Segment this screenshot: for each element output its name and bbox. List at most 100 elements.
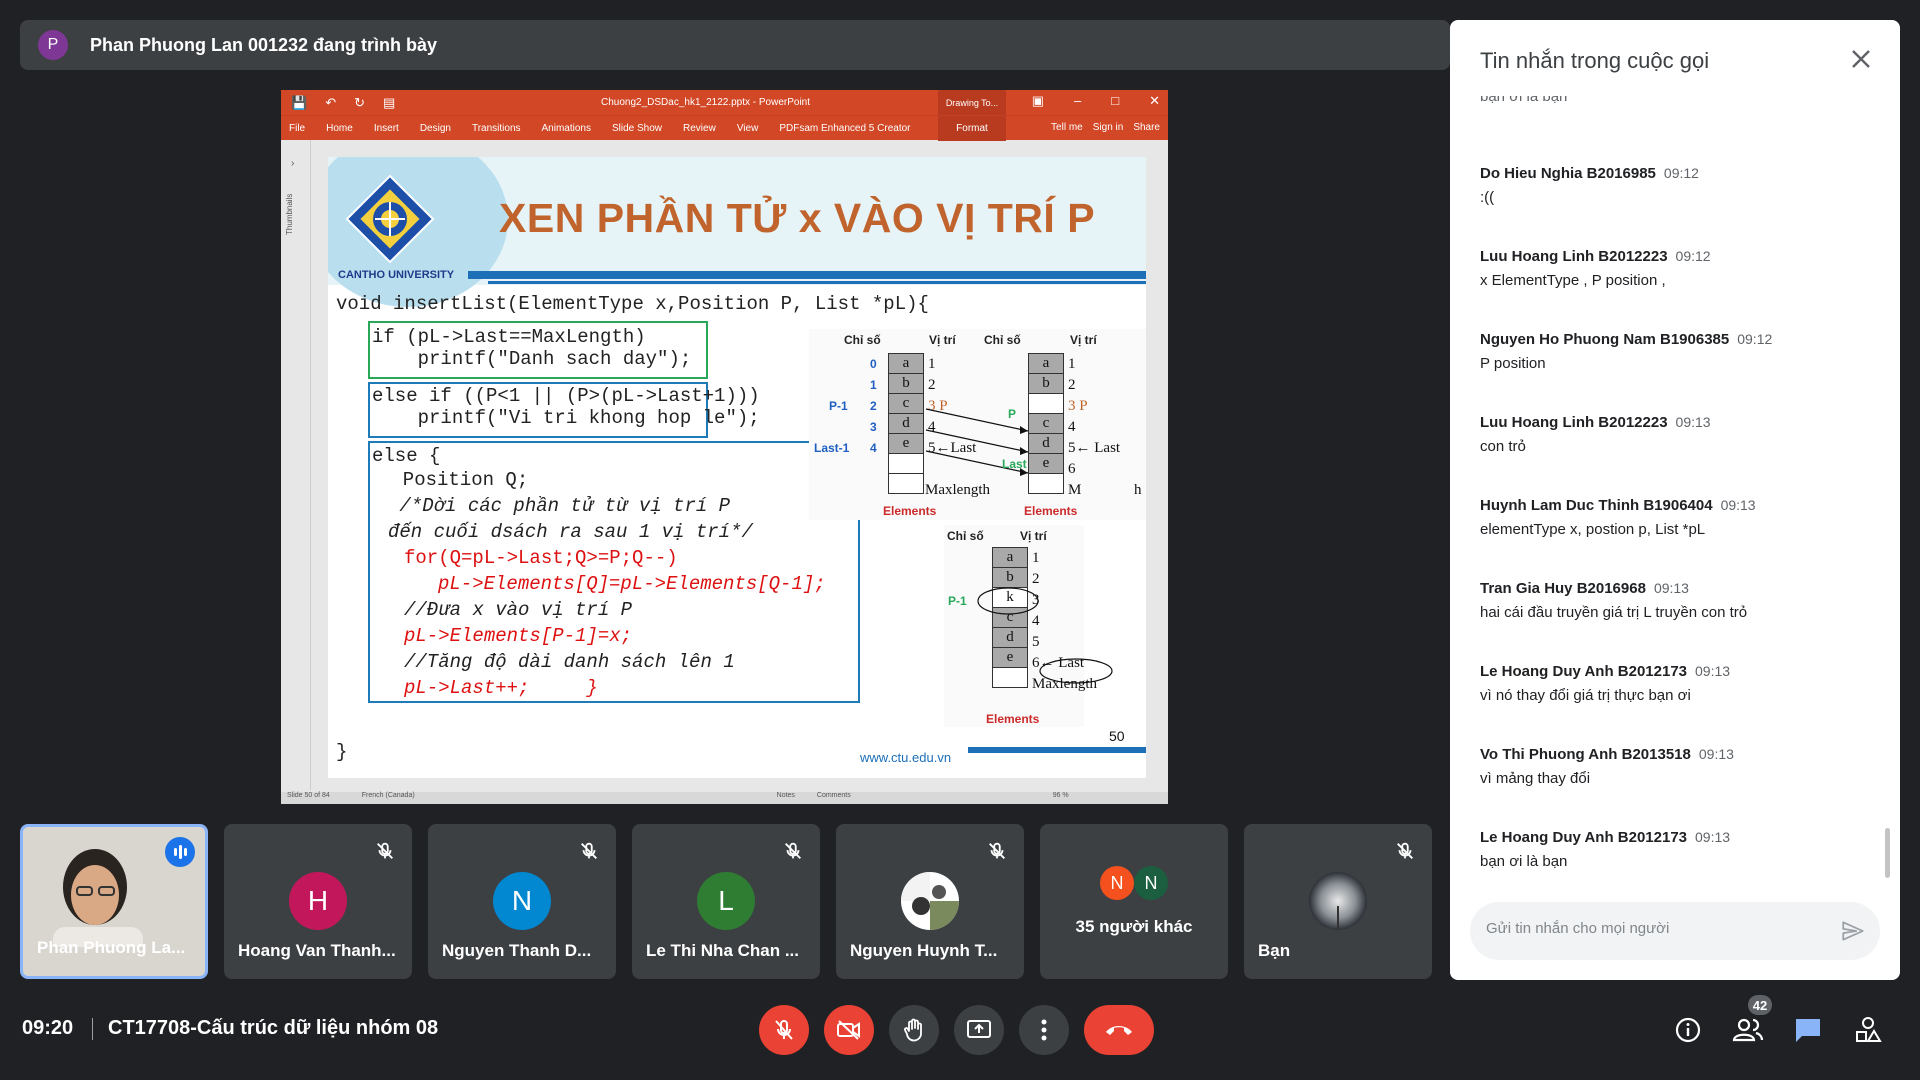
presenter-video (53, 849, 143, 947)
diagram-index: 3 (870, 420, 877, 434)
message-text: hai cái đầu truyền giá trị L truyền con … (1480, 604, 1748, 621)
diagram-chi-so: Chỉ số (984, 333, 1021, 347)
chat-icon (1796, 1019, 1820, 1042)
diagram-index-label: P-1 (829, 399, 848, 413)
array-cell: e (888, 433, 924, 454)
present-button[interactable] (954, 1005, 1004, 1055)
send-icon[interactable] (1840, 918, 1866, 944)
chat-button[interactable] (1792, 1014, 1824, 1046)
ribbon-tab: Animations (541, 122, 591, 134)
code-comment: //Đưa x vào vị trí P (404, 599, 633, 621)
sign-in: Sign in (1092, 122, 1124, 133)
position-label: 1 (928, 356, 936, 372)
chat-message-input[interactable] (1486, 920, 1816, 937)
participant-count-badge: 42 (1748, 995, 1772, 1015)
participant-avatar: L (697, 872, 755, 930)
message-sender: Huynh Lam Duc Thinh B1906404 09:13 (1480, 497, 1756, 514)
thumbnails-rail: › Thumbnails (281, 140, 311, 790)
sender-name: Luu Hoang Linh B2012223 (1480, 248, 1668, 265)
presenter-bar: P Phan Phuong Lan 001232 đang trình bày (20, 20, 1450, 70)
array-cell: b (1028, 373, 1064, 394)
participant-tile[interactable]: N Nguyen Thanh D... (428, 824, 616, 979)
code-decl: Position Q; (380, 469, 529, 491)
message-sender: Do Hieu Nghia B2016985 09:12 (1480, 165, 1699, 182)
presenter-avatar: P (38, 30, 68, 60)
message-text: vì mảng thay đổi (1480, 770, 1591, 787)
message-time: 09:12 (1737, 331, 1773, 347)
activities-button[interactable] (1852, 1014, 1884, 1046)
slideshow-icon: ▤ (383, 94, 396, 110)
highlight-ellipses (977, 587, 1113, 684)
raise-hand-button[interactable] (889, 1005, 939, 1055)
participant-tile-others[interactable]: N N 35 người khác (1040, 824, 1228, 979)
save-icon: 💾 (291, 94, 308, 110)
sender-name: Huynh Lam Duc Thinh B1906404 (1480, 497, 1713, 514)
mic-off-icon (775, 1019, 793, 1040)
chat-message: Luu Hoang Linh B2012223 09:12 x ElementTy… (1480, 248, 1711, 289)
participant-tile-self[interactable]: Bạn (1244, 824, 1432, 979)
position-label: M (1068, 482, 1082, 498)
slide: CANTHO UNIVERSITY XEN PHẦN TỬ x VÀO VỊ T… (328, 157, 1146, 778)
position-label: 3 P (1068, 398, 1088, 414)
status-zoom: 96 % (1052, 792, 1069, 799)
status-slide: Slide 50 of 84 (287, 792, 330, 799)
sender-name: Luu Hoang Linh B2012223 (1480, 414, 1668, 431)
bottom-index-label: P-1 (948, 594, 967, 608)
participant-tile[interactable]: H Hoang Van Thanh... (224, 824, 412, 979)
ribbon-tab: Design (419, 122, 451, 134)
ribbon-tab: View (736, 122, 759, 134)
thumbnails-label: Thumbnails (285, 193, 294, 235)
people-button[interactable] (1732, 1014, 1764, 1046)
chat-message: Le Hoang Duy Anh B2012173 09:13 vì nó tha… (1480, 663, 1730, 704)
message-text: bạn ơi là bạn (1480, 90, 1568, 105)
leave-call-button[interactable] (1084, 1005, 1154, 1055)
message-text: bạn ơi là bạn (1480, 853, 1568, 870)
code-comment: /*Dời các phần tử từ vị trí P (388, 495, 731, 517)
meeting-details-button[interactable] (1672, 1014, 1704, 1046)
participant-tile[interactable]: Nguyen Huynh T... (836, 824, 1024, 979)
camera-button[interactable] (824, 1005, 874, 1055)
mic-off-icon (989, 842, 1005, 859)
chat-title: Tin nhắn trong cuộc gọi (1480, 48, 1710, 73)
message-sender: Le Hoang Duy Anh B2012173 09:13 (1480, 663, 1730, 680)
code-inc: pL->Last++; } (404, 677, 598, 699)
message-sender: Luu Hoang Linh B2012223 09:13 (1480, 414, 1711, 431)
diagram-vi-tri: Vị trí (929, 333, 956, 347)
people-icon (1732, 1018, 1764, 1042)
participant-tile-presenter[interactable]: Phan Phuong La... (20, 824, 208, 979)
code-closing: } (336, 741, 348, 763)
array-cell: a (992, 547, 1028, 568)
message-sender: Luu Hoang Linh B2012223 09:12 (1480, 248, 1711, 265)
code-shift: pL->Elements[Q]=pL->Elements[Q-1]; (438, 573, 826, 595)
divider (92, 1018, 93, 1040)
sender-name: Do Hieu Nghia B2016985 (1480, 165, 1656, 182)
message-sender: Le Hoang Duy Anh B2012173 09:13 (1480, 829, 1730, 846)
camera-off-icon (837, 1020, 860, 1040)
expand-icon: › (291, 158, 295, 169)
participant-tile[interactable]: L Le Thi Nha Chan ... (632, 824, 820, 979)
university-logo-icon (345, 174, 435, 264)
mic-off-icon (581, 842, 597, 859)
participant-name: Phan Phuong La... (37, 938, 186, 957)
position-label: 2 (1068, 377, 1076, 393)
code-for: for(Q=pL->Last;Q>=P;Q--) (404, 547, 678, 569)
message-time: 09:13 (1695, 829, 1731, 845)
diagram-index: 2 (870, 399, 877, 413)
chat-message-list[interactable]: bạn ơi là bạn Do Hieu Nghia B2016985 09:1… (1480, 90, 1870, 890)
chat-message: Huynh Lam Duc Thinh B1906404 09:13 elemen… (1480, 497, 1756, 538)
status-comments: Comments (816, 792, 851, 799)
diagram-index: 0 (870, 357, 877, 371)
ribbon-tab: PDFsam Enhanced 5 Creator (779, 122, 911, 134)
chat-scrollbar[interactable] (1885, 828, 1890, 878)
close-icon[interactable] (1846, 44, 1876, 74)
microphone-button[interactable] (759, 1005, 809, 1055)
footer-rule (968, 747, 1146, 753)
participant-name: Le Thi Nha Chan ... (646, 941, 800, 960)
mic-off-icon (377, 842, 393, 859)
more-options-button[interactable] (1019, 1005, 1069, 1055)
drawing-tools-tab: Drawing To... (938, 90, 1006, 115)
code-else: else { (372, 445, 441, 467)
hang-up-icon (1106, 1026, 1132, 1035)
code-signature: void insertList(ElementType x,Position P… (336, 293, 929, 315)
arrow-p-label: P (1008, 407, 1017, 421)
